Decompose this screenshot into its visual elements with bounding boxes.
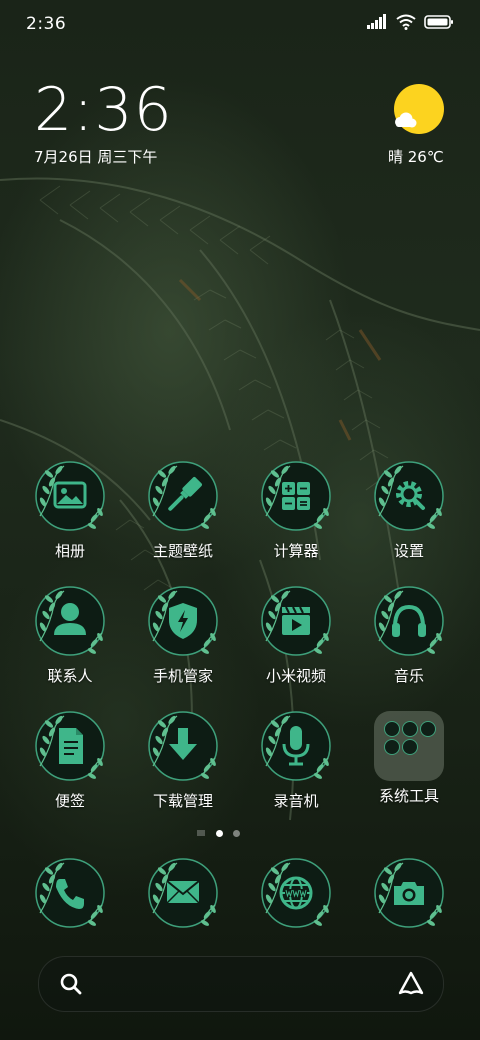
signal-icon [367, 14, 386, 29]
app-videos[interactable]: 小米视频 [241, 585, 351, 686]
phone-icon [35, 858, 105, 928]
app-label: 手机管家 [152, 667, 213, 685]
dock-camera[interactable] [354, 857, 464, 933]
shield-icon [148, 586, 218, 656]
calculator-icon [261, 461, 331, 531]
gallery-icon [35, 461, 105, 531]
app-themes[interactable]: 主题壁纸 [128, 460, 238, 561]
gear-icon [374, 461, 444, 531]
browser-globe-icon [261, 858, 331, 928]
app-label: 下载管理 [152, 792, 213, 810]
weather-text: 晴 26℃ [388, 148, 444, 166]
app-settings[interactable]: 设置 [354, 460, 464, 561]
app-folder-tools[interactable]: 系统工具 [354, 710, 464, 806]
assistant-icon[interactable] [397, 970, 425, 998]
note-icon [35, 711, 105, 781]
messages-icon [148, 858, 218, 928]
page-dot-active [216, 829, 223, 837]
status-icons [366, 14, 454, 30]
video-clapper-icon [261, 586, 331, 656]
app-music[interactable]: 音乐 [354, 585, 464, 686]
app-label: 联系人 [47, 667, 93, 685]
status-bar: 2:36 [0, 0, 480, 50]
app-downloads[interactable]: 下载管理 [128, 710, 238, 811]
dock-phone[interactable] [15, 857, 125, 933]
app-label: 系统工具 [378, 787, 439, 805]
app-label: 主题壁纸 [152, 542, 213, 560]
clock-widget-time[interactable]: 2:36 [34, 78, 173, 142]
app-contacts[interactable]: 联系人 [15, 585, 125, 686]
status-time: 2:36 [26, 14, 67, 34]
search-bar[interactable] [38, 956, 444, 1012]
page-indicator-home-icon [197, 830, 205, 836]
person-icon [35, 586, 105, 656]
dock-browser[interactable] [241, 857, 351, 933]
app-calculator[interactable]: 计算器 [241, 460, 351, 561]
clock-widget-date: 7月26日 周三下午 [34, 148, 158, 166]
headphones-icon [374, 586, 444, 656]
app-recorder[interactable]: 录音机 [241, 710, 351, 811]
app-label: 设置 [393, 542, 424, 560]
paintbrush-icon [148, 461, 218, 531]
page-indicator[interactable] [196, 828, 240, 838]
app-label: 录音机 [273, 792, 319, 810]
app-notes[interactable]: 便签 [15, 710, 125, 811]
wifi-icon [396, 14, 416, 30]
battery-icon [424, 15, 453, 29]
camera-icon [374, 858, 444, 928]
app-label: 音乐 [393, 667, 424, 685]
app-gallery[interactable]: 相册 [15, 460, 125, 561]
weather-sunny-icon[interactable] [392, 84, 444, 136]
microphone-icon [261, 711, 331, 781]
dock-messages[interactable] [128, 857, 238, 933]
folder-icon [374, 711, 444, 781]
download-arrow-icon [148, 711, 218, 781]
app-label: 相册 [54, 542, 85, 560]
app-label: 便签 [54, 792, 85, 810]
app-label: 小米视频 [265, 667, 326, 685]
search-icon[interactable] [59, 972, 83, 996]
app-label: 计算器 [273, 542, 319, 560]
app-security[interactable]: 手机管家 [128, 585, 238, 686]
page-dot [233, 829, 240, 837]
